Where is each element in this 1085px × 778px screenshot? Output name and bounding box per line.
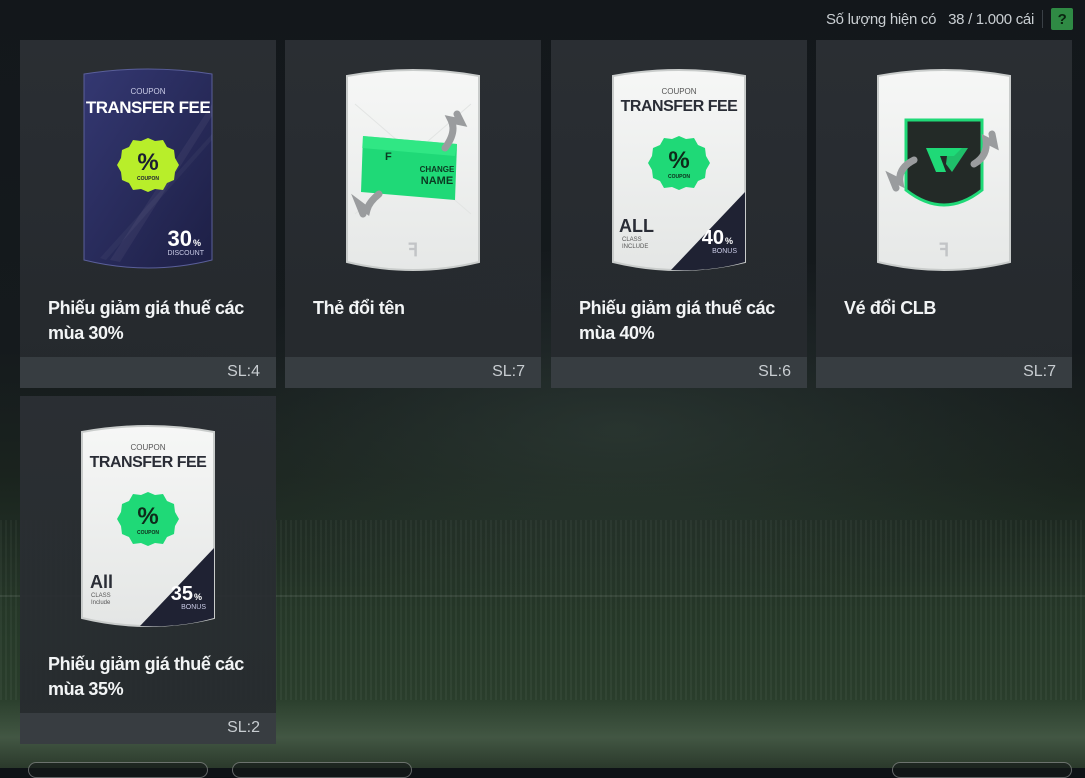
- class-big: All: [90, 572, 113, 592]
- fc-logo-icon: ꟻ: [939, 240, 949, 260]
- badge-label: COUPON: [668, 174, 690, 180]
- bottom-tab-2[interactable]: [232, 762, 412, 778]
- svg-text:%: %: [137, 149, 158, 176]
- club-crest-icon: [904, 118, 984, 207]
- svg-text:%: %: [725, 236, 733, 246]
- card-title: TRANSFER FEE: [621, 98, 739, 115]
- ticket-line1: CHANGE: [420, 165, 455, 174]
- bottom-tab-3[interactable]: [892, 762, 1072, 778]
- svg-text:%: %: [194, 592, 202, 602]
- percent-value: 35: [171, 583, 193, 605]
- bottom-tab-1[interactable]: [28, 762, 208, 778]
- capacity-value: 38 / 1.000 cái: [948, 10, 1034, 28]
- item-card-image: ꟻ: [876, 64, 1012, 276]
- item-name: Thẻ đổi tên: [313, 298, 405, 318]
- qty-bar: SL:7: [285, 357, 541, 388]
- item-name: Phiếu giảm giá thuế các mùa 40%: [579, 298, 775, 343]
- item-name: Phiếu giảm giá thuế các mùa 35%: [48, 654, 244, 699]
- help-button[interactable]: ?: [1051, 8, 1073, 30]
- item-card-image: F CHANGE NAME ꟻ: [345, 64, 481, 276]
- item-quantity: SL:6: [758, 363, 791, 380]
- qty-bar: SL:6: [551, 357, 807, 388]
- item-tile-transfer-coupon-40[interactable]: COUPON TRANSFER FEE % COUPON ALL CLASS I…: [551, 40, 807, 388]
- svg-text:CLASS: CLASS: [622, 237, 642, 243]
- item-tile-transfer-coupon-30[interactable]: COUPON TRANSFER FEE % COUPON 30 % DISCOU…: [20, 40, 276, 388]
- ticket-line2: NAME: [421, 175, 453, 187]
- item-card-image: COUPON TRANSFER FEE % COUPON 30 % DISCOU…: [80, 64, 216, 276]
- percent-value: 30: [168, 226, 192, 251]
- svg-text:%: %: [193, 238, 201, 248]
- svg-text:%: %: [668, 147, 689, 174]
- card-title: TRANSFER FEE: [90, 454, 208, 471]
- badge-label: COUPON: [137, 176, 159, 182]
- item-card-image: COUPON TRANSFER FEE % COUPON All CLASS I…: [80, 420, 216, 632]
- svg-text:F: F: [385, 151, 392, 163]
- svg-text:Include: Include: [91, 600, 111, 606]
- item-card-image: COUPON TRANSFER FEE % COUPON ALL CLASS I…: [611, 64, 747, 276]
- percent-label: BONUS: [181, 604, 206, 611]
- qty-bar: SL:4: [20, 357, 276, 388]
- svg-text:INCLUDE: INCLUDE: [622, 244, 648, 250]
- qty-bar: SL:7: [816, 357, 1072, 388]
- qty-bar: SL:2: [20, 713, 276, 744]
- card-coupon-small: COUPON: [130, 87, 165, 96]
- item-name: Phiếu giảm giá thuế các mùa 30%: [48, 298, 244, 343]
- inventory-header: Số lượng hiện có 38 / 1.000 cái ?: [826, 8, 1073, 30]
- svg-text:%: %: [137, 503, 158, 530]
- percent-label: BONUS: [712, 248, 737, 255]
- item-tile-club-change[interactable]: ꟻ Vé đổi CLB SL:7: [816, 40, 1072, 388]
- capacity-label: Số lượng hiện có: [825, 10, 937, 28]
- class-big: ALL: [619, 216, 654, 236]
- item-tile-change-name[interactable]: F CHANGE NAME ꟻ Thẻ đổi tên SL:7: [285, 40, 541, 388]
- percent-value: 40: [702, 227, 724, 249]
- item-quantity: SL:7: [1023, 363, 1056, 380]
- svg-text:CLASS: CLASS: [91, 593, 111, 599]
- percent-label: DISCOUNT: [167, 250, 204, 257]
- item-quantity: SL:4: [227, 363, 260, 380]
- item-tile-transfer-coupon-35[interactable]: COUPON TRANSFER FEE % COUPON All CLASS I…: [20, 396, 276, 744]
- card-coupon-small: COUPON: [130, 443, 165, 452]
- badge-label: COUPON: [137, 530, 159, 536]
- card-coupon-small: COUPON: [661, 87, 696, 96]
- header-divider: [1042, 10, 1043, 28]
- fc-logo-icon: ꟻ: [408, 240, 418, 260]
- card-title: TRANSFER FEE: [86, 98, 211, 117]
- item-quantity: SL:7: [492, 363, 525, 380]
- item-quantity: SL:2: [227, 719, 260, 736]
- item-name: Vé đổi CLB: [844, 298, 937, 318]
